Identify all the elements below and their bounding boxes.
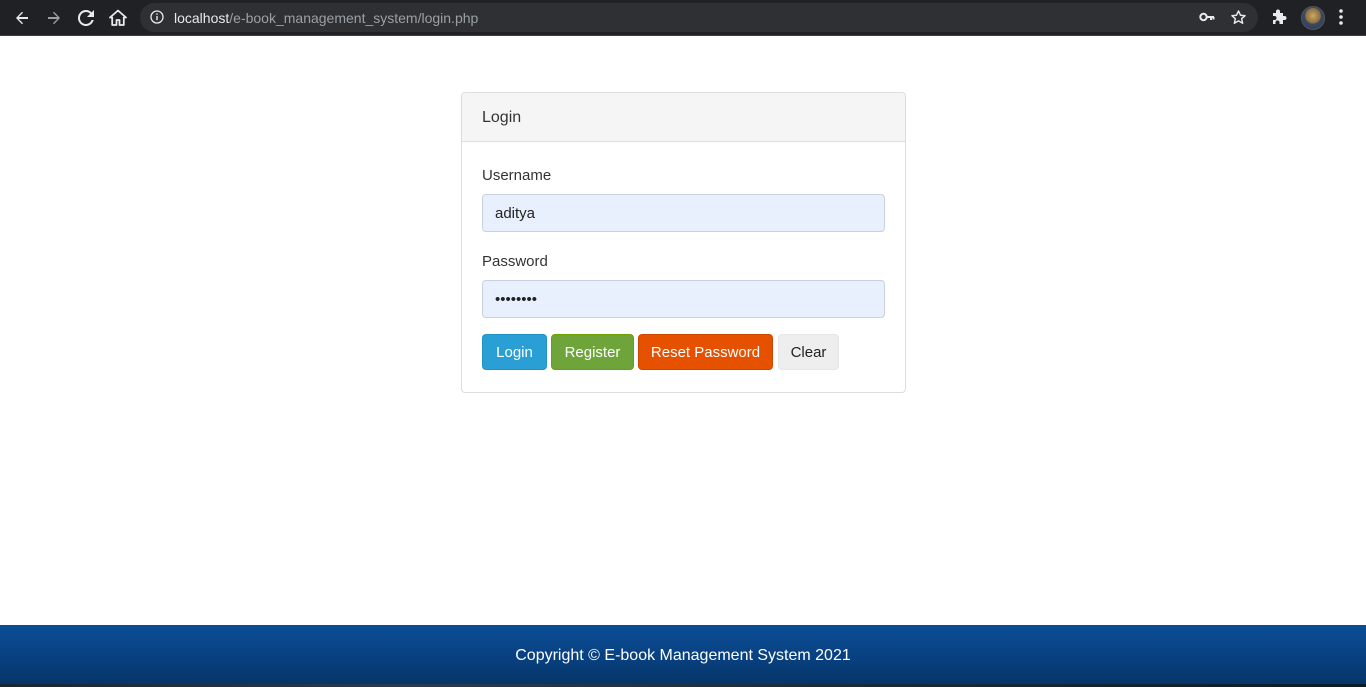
- bookmark-star-icon[interactable]: [1230, 9, 1247, 31]
- reset-password-button[interactable]: Reset Password: [638, 334, 773, 370]
- home-icon[interactable]: [104, 4, 132, 32]
- login-button[interactable]: Login: [482, 334, 547, 370]
- password-label: Password: [482, 253, 548, 270]
- username-input[interactable]: aditya: [482, 194, 885, 232]
- password-input[interactable]: ••••••••: [482, 280, 885, 318]
- info-icon[interactable]: [150, 10, 164, 29]
- more-menu-icon[interactable]: [1338, 8, 1344, 31]
- url-text[interactable]: localhost/e-book_management_system/login…: [174, 10, 478, 26]
- login-panel: Login Username aditya Password •••••••• …: [461, 92, 906, 393]
- url-path: /e-book_management_system/login.php: [229, 10, 479, 26]
- password-value: ••••••••: [495, 291, 538, 308]
- back-icon[interactable]: [8, 4, 36, 32]
- footer: Copyright © E-book Management System 202…: [0, 625, 1366, 687]
- browser-toolbar: localhost/e-book_management_system/login…: [0, 0, 1366, 36]
- username-label: Username: [482, 167, 552, 184]
- reload-icon[interactable]: [72, 4, 100, 32]
- register-button[interactable]: Register: [551, 334, 634, 370]
- profile-avatar[interactable]: [1301, 6, 1325, 30]
- panel-title: Login: [482, 109, 522, 126]
- key-icon[interactable]: [1199, 10, 1215, 29]
- panel-heading: Login: [462, 93, 905, 142]
- forward-icon[interactable]: [40, 4, 68, 32]
- address-bar[interactable]: localhost/e-book_management_system/login…: [140, 3, 1258, 32]
- url-host: localhost: [174, 10, 230, 26]
- username-value: aditya: [495, 205, 536, 222]
- clear-button[interactable]: Clear: [778, 334, 839, 370]
- extensions-puzzle-icon[interactable]: [1270, 8, 1288, 31]
- footer-copyright: Copyright © E-book Management System 202…: [515, 647, 851, 664]
